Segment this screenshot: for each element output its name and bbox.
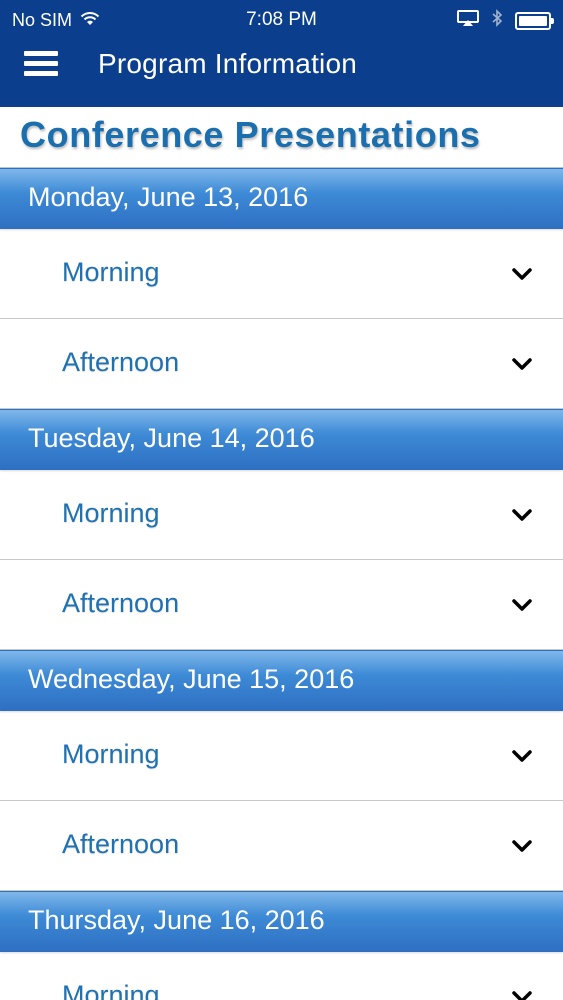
battery-icon [515, 11, 554, 30]
session-row-tuesday-afternoon[interactable]: Afternoon [0, 560, 563, 650]
day-header-tuesday: Tuesday, June 14, 2016 [0, 409, 563, 470]
session-label: Morning [62, 498, 160, 528]
chevron-down-icon[interactable] [511, 745, 533, 767]
session-label: Morning [62, 980, 160, 1000]
airplay-icon [457, 10, 479, 31]
app-header: No SIM 7:08 PM Program Information [0, 0, 563, 107]
day-header-wednesday: Wednesday, June 15, 2016 [0, 650, 563, 711]
chevron-down-icon[interactable] [511, 594, 533, 616]
day-header-monday: Monday, June 13, 2016 [0, 168, 563, 229]
content-area: Conference Presentations Monday, June 13… [0, 107, 563, 1000]
session-row-tuesday-morning[interactable]: Morning [0, 470, 563, 560]
session-row-monday-afternoon[interactable]: Afternoon [0, 319, 563, 409]
nav-title: Program Information [98, 48, 358, 79]
chevron-down-icon[interactable] [511, 835, 533, 857]
session-row-wednesday-afternoon[interactable]: Afternoon [0, 801, 563, 891]
session-label: Afternoon [62, 829, 180, 859]
session-row-wednesday-morning[interactable]: Morning [0, 711, 563, 801]
chevron-down-icon[interactable] [511, 353, 533, 375]
navigation-bar: Program Information [0, 40, 563, 107]
hamburger-icon[interactable] [24, 51, 58, 77]
session-label: Afternoon [62, 347, 180, 377]
status-right [457, 9, 554, 32]
status-bar: No SIM 7:08 PM [0, 0, 563, 40]
session-label: Morning [62, 739, 160, 769]
session-row-thursday-morning[interactable]: Morning [0, 952, 563, 1000]
session-label: Morning [62, 257, 160, 287]
page-title: Conference Presentations [0, 107, 563, 168]
session-label: Afternoon [62, 588, 180, 618]
bluetooth-icon [491, 9, 503, 32]
chevron-down-icon[interactable] [511, 263, 533, 285]
chevron-down-icon[interactable] [511, 504, 533, 526]
day-header-thursday: Thursday, June 16, 2016 [0, 891, 563, 952]
session-row-monday-morning[interactable]: Morning [0, 229, 563, 319]
chevron-down-icon[interactable] [511, 986, 533, 1000]
